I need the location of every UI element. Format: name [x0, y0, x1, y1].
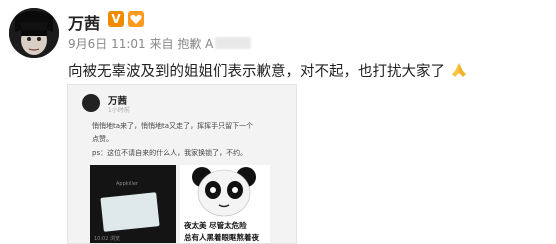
- meme-caption: 夜太美 尽管太危险: [184, 221, 247, 230]
- image-caption: 10:02 浏览: [94, 236, 120, 242]
- avatar-portrait-image: [9, 8, 59, 58]
- meme-caption: 总有人黑着眼眶熬着夜: [184, 233, 259, 242]
- praying-hands-icon: [451, 63, 466, 77]
- post-date: 9月6日 11:01: [68, 37, 146, 51]
- user-avatar[interactable]: [9, 8, 59, 58]
- post-meta: 9月6日 11:01 来自 抱歉 A: [68, 35, 252, 52]
- heart-icon: [128, 11, 144, 27]
- post-body: 向被无辜波及到的姐姐们表示歉意，对不起，也打扰大家了: [68, 60, 468, 81]
- image-caption: Appkiller: [116, 181, 138, 187]
- quoted-screenshot-image[interactable]: Appkiller 10:02 浏览: [90, 165, 176, 243]
- phone-screen-shape: [100, 192, 160, 232]
- panda-meme-image[interactable]: 夜太美 尽管太危险 总有人黑着眼眶熬着夜: [180, 165, 270, 243]
- quoted-time: 1小时前: [108, 107, 130, 114]
- quoted-text-line: 悄悄地ta来了，悄悄地ta又走了，挥挥手只留下一个: [92, 122, 254, 130]
- quoted-text-line: 点赞。: [92, 135, 113, 143]
- quoted-avatar[interactable]: [82, 94, 100, 112]
- quoted-post-card[interactable]: 万茜 1小时前 悄悄地ta来了，悄悄地ta又走了，挥挥手只留下一个 点赞。 ps…: [67, 84, 297, 244]
- vip-badge-icon: V: [108, 11, 124, 27]
- post-text: 向被无辜波及到的姐姐们表示歉意，对不起，也打扰大家了: [68, 64, 445, 80]
- post-username[interactable]: 万茜: [68, 10, 100, 34]
- blurred-text: [215, 37, 252, 49]
- post-source[interactable]: 来自 抱歉 A: [150, 37, 214, 51]
- quoted-text-line: ps：这位不请自来的什么人，我家换锁了，不约。: [92, 149, 248, 157]
